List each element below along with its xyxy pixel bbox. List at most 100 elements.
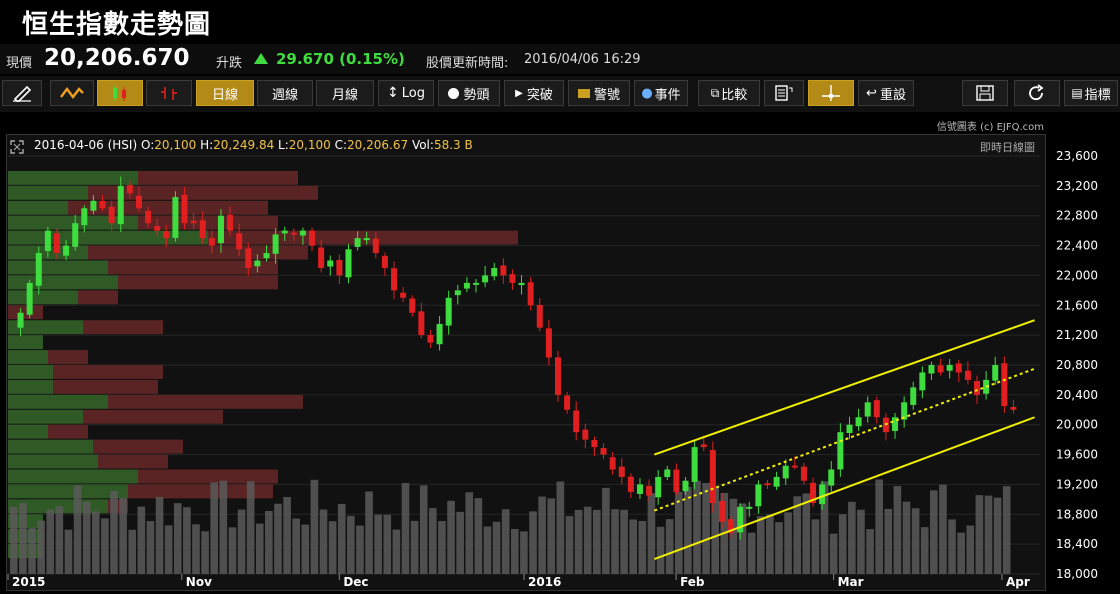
- volume-bar: [674, 491, 683, 574]
- volume-bar: [592, 509, 601, 574]
- volume-bar: [64, 529, 73, 574]
- x-tick-label: Feb: [680, 575, 705, 589]
- volume-profile-down-bar: [53, 365, 163, 379]
- candle-body: [418, 311, 425, 336]
- volume-profile-down-bar: [8, 305, 43, 320]
- volume-bar: [766, 514, 774, 574]
- candle-body: [655, 476, 662, 498]
- candle-body: [664, 469, 671, 478]
- y-tick-label: 19,600: [1056, 448, 1098, 462]
- volume-profile-up-bar: [8, 454, 98, 469]
- volume-bar: [465, 492, 474, 574]
- candle-body: [600, 448, 607, 455]
- candle-body: [135, 195, 142, 209]
- volume-profile-up-bar: [8, 185, 88, 200]
- candle-body: [227, 214, 234, 231]
- candle-body: [263, 253, 270, 259]
- volume-bar: [665, 519, 674, 574]
- volume-profile-up-bar: [8, 170, 138, 185]
- candle-body: [491, 267, 498, 277]
- price-chart[interactable]: 23,600 23,200 22,800 22,400 22,000 21,600 21,2…: [0, 0, 1120, 594]
- volume-bar: [483, 526, 492, 574]
- candle-body: [527, 282, 534, 306]
- volume-profile-up-bar: [8, 260, 108, 275]
- candle-body: [145, 210, 152, 224]
- candle-body: [199, 220, 206, 239]
- volume-bar: [911, 508, 920, 574]
- candle-body: [63, 245, 70, 256]
- volume-profile-up-bar: [8, 379, 53, 394]
- y-tick-label: 18,800: [1056, 507, 1098, 521]
- volume-bar: [893, 486, 902, 574]
- volume-bar: [228, 527, 237, 574]
- volume-bar: [110, 491, 118, 574]
- volume-bar: [802, 493, 811, 574]
- volume-profile-down-bar: [48, 350, 88, 364]
- candle-body: [955, 363, 962, 373]
- y-tick-label: 19,200: [1056, 477, 1098, 491]
- candle-body: [272, 234, 279, 254]
- candle-body: [855, 417, 862, 427]
- volume-bar: [137, 506, 146, 574]
- volume-bar: [356, 525, 364, 574]
- candle-body: [117, 185, 124, 225]
- volume-bar: [219, 480, 228, 574]
- candle-body: [618, 466, 625, 477]
- candle-body: [691, 447, 698, 482]
- volume-bar: [119, 497, 127, 574]
- volume-profile-up-bar: [8, 290, 78, 305]
- candle-body: [463, 282, 470, 289]
- candle-body: [108, 206, 115, 224]
- volume-bar: [319, 509, 328, 574]
- volume-profile-down-bar: [98, 454, 168, 469]
- volume-bar: [501, 509, 510, 574]
- candle-body: [582, 429, 589, 440]
- y-tick-label: 21,200: [1056, 328, 1098, 342]
- y-tick-label: 18,000: [1056, 567, 1098, 581]
- volume-bar: [201, 531, 209, 574]
- candle-body: [363, 238, 370, 241]
- volume-bar: [155, 497, 164, 574]
- volume-bar: [10, 507, 18, 574]
- candle-body: [509, 274, 516, 283]
- candle-body: [354, 238, 361, 247]
- candle-body: [35, 253, 42, 286]
- candle-body: [409, 298, 416, 313]
- y-tick-label: 18,400: [1056, 537, 1098, 551]
- candle-body: [764, 483, 771, 486]
- volume-bar: [419, 485, 428, 574]
- volume-bar: [848, 501, 856, 574]
- candle-body: [755, 484, 762, 507]
- volume-profile-up-bar: [8, 275, 118, 290]
- candle-body: [819, 484, 826, 505]
- volume-profile-up-bar: [8, 365, 53, 379]
- candle-body: [864, 402, 871, 417]
- volume-profile-up-bar: [8, 394, 108, 409]
- candle-body: [573, 410, 580, 433]
- volume-bar: [574, 509, 583, 574]
- candle-body: [53, 233, 60, 254]
- volume-bar: [46, 509, 55, 574]
- candle-body: [309, 230, 316, 246]
- volume-bar: [565, 516, 574, 574]
- y-tick-label: 23,200: [1056, 179, 1098, 193]
- volume-profile-down-bar: [138, 170, 298, 185]
- volume-bar: [447, 500, 455, 574]
- candle-body: [974, 381, 981, 395]
- volume-bar: [19, 503, 27, 574]
- candle-body: [846, 424, 853, 434]
- candle-body: [518, 282, 525, 286]
- volume-profile-down-bar: [83, 320, 163, 335]
- volume-bar: [756, 516, 765, 574]
- volume-bar: [966, 525, 975, 574]
- candle-body: [208, 238, 215, 246]
- candle-body: [746, 506, 753, 509]
- volume-bar: [784, 512, 792, 574]
- volume-bar: [128, 529, 137, 574]
- candle-body: [245, 248, 252, 268]
- candle-body: [837, 432, 844, 470]
- volume-bar: [283, 497, 291, 574]
- candle-body: [782, 465, 789, 479]
- volume-bar: [629, 519, 638, 574]
- volume-bar: [902, 501, 911, 574]
